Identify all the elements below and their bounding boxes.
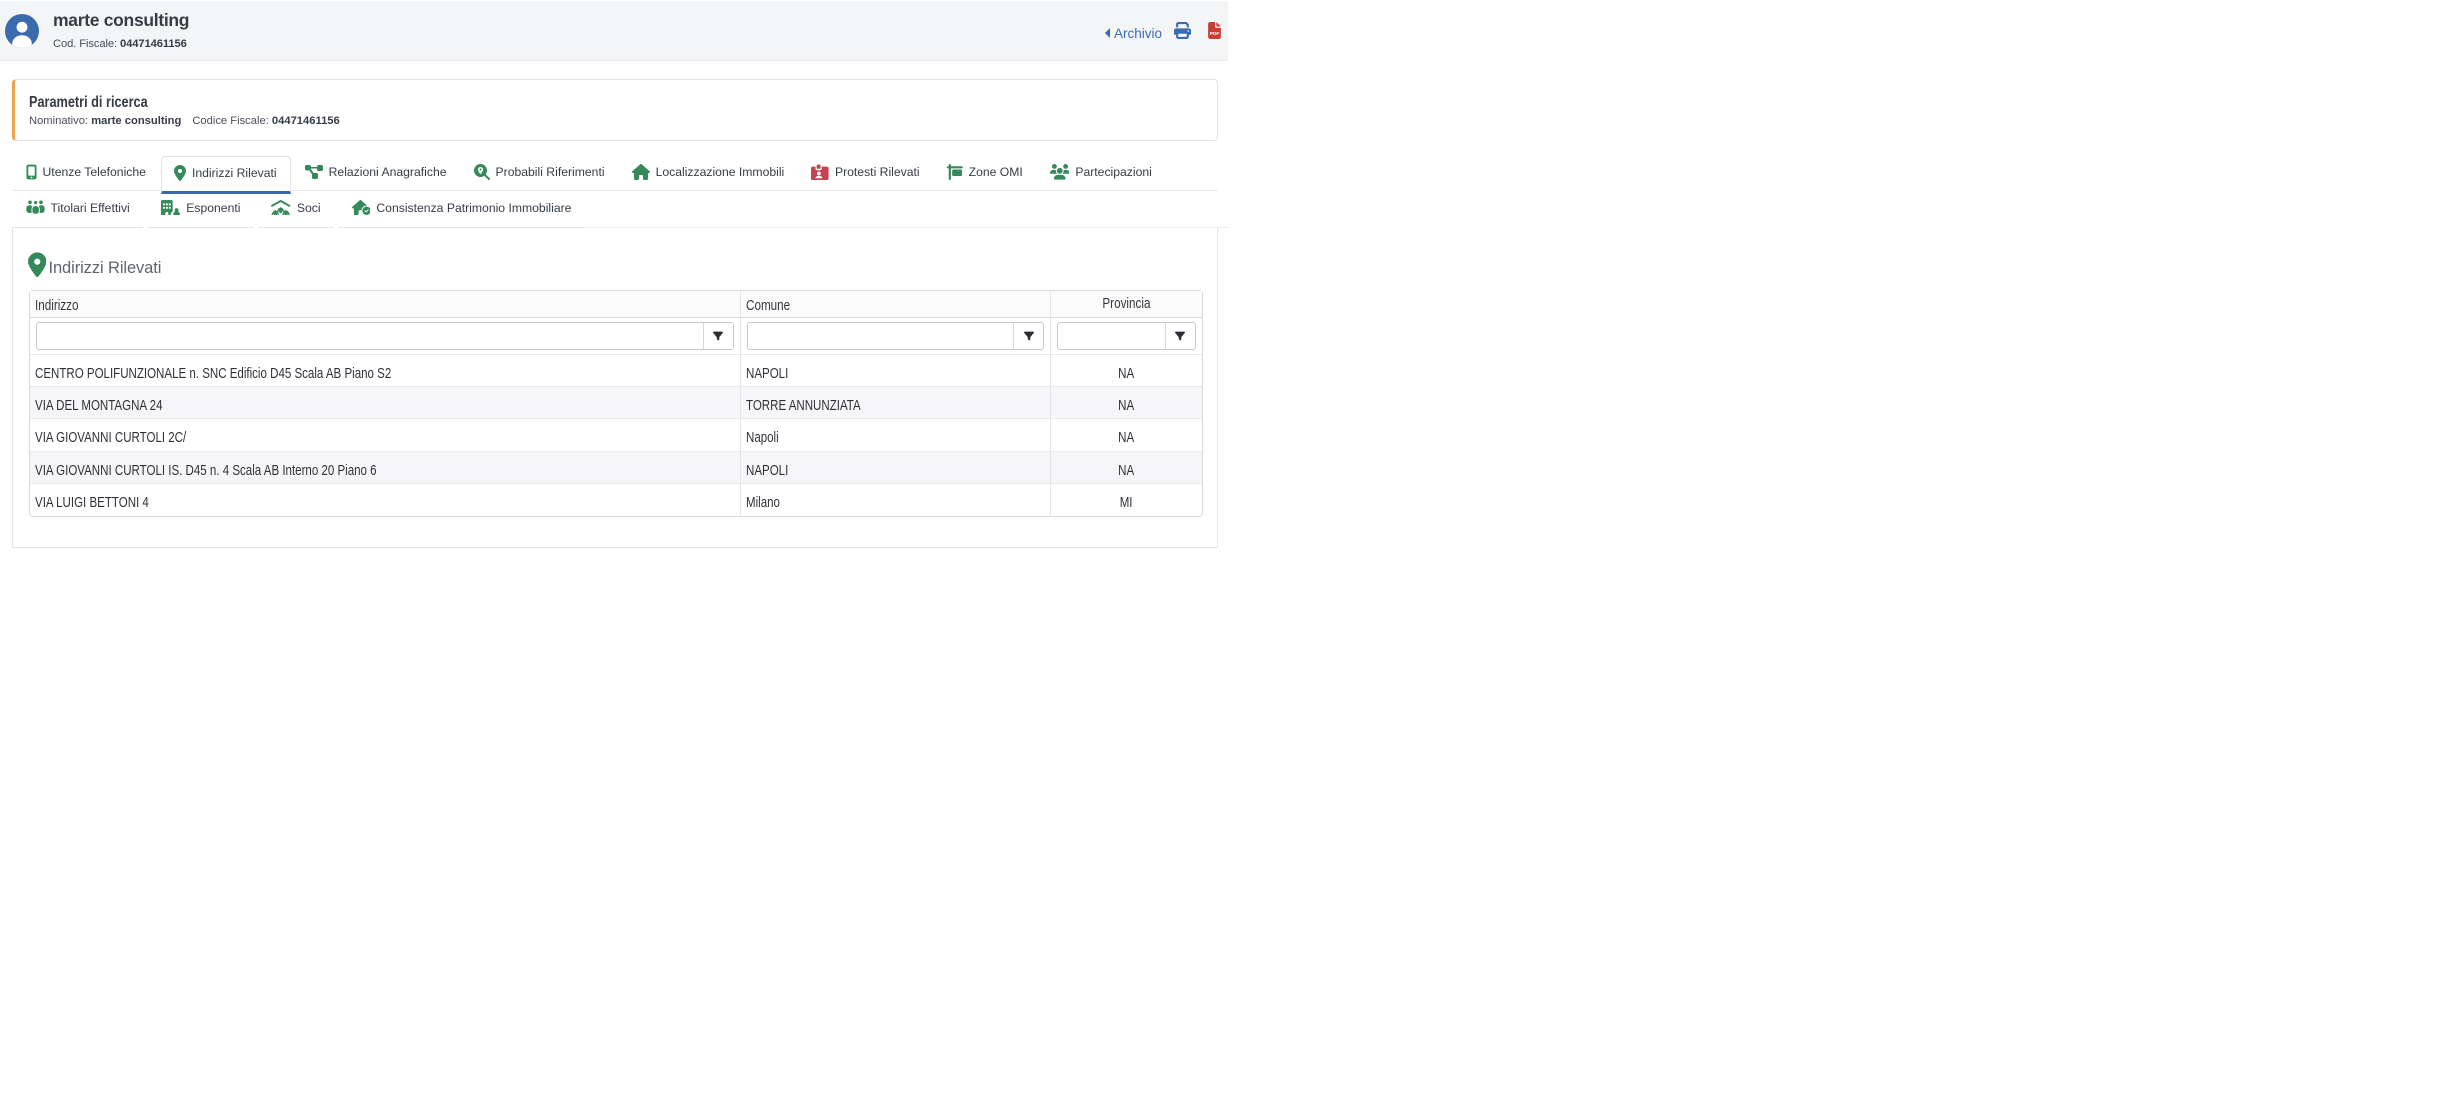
svg-text:PDF: PDF bbox=[1210, 31, 1220, 37]
